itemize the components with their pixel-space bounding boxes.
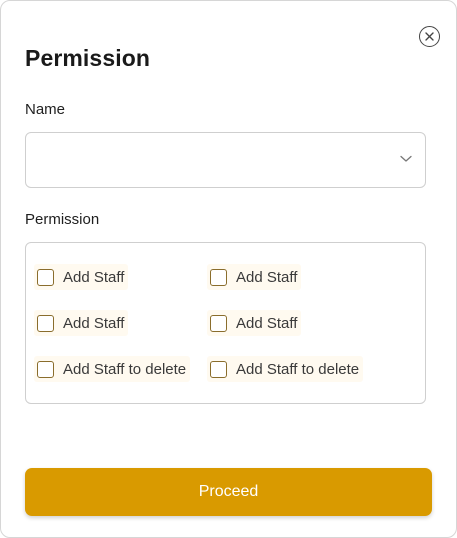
name-label: Name — [25, 101, 66, 118]
permission-option-label: Add Staff — [236, 314, 298, 332]
permission-checkbox-add-staff-3[interactable]: Add Staff — [34, 310, 129, 336]
checkbox[interactable] — [37, 360, 54, 378]
permission-dialog: Permission Name Permission Add Staff Add… — [0, 0, 457, 538]
checkbox[interactable] — [37, 314, 54, 332]
permission-option-label: Add Staff — [63, 268, 125, 286]
permission-option-label: Add Staff — [63, 314, 125, 332]
permission-option-label: Add Staff — [236, 268, 298, 286]
checkbox[interactable] — [37, 268, 54, 286]
permission-checkbox-add-staff-to-delete-1[interactable]: Add Staff to delete — [34, 356, 191, 382]
dialog-title: Permission — [25, 45, 150, 71]
permission-checkbox-add-staff-2[interactable]: Add Staff — [207, 264, 302, 290]
checkbox[interactable] — [210, 268, 227, 286]
name-select[interactable] — [25, 132, 426, 188]
checkbox[interactable] — [210, 360, 227, 378]
close-icon — [425, 32, 434, 41]
checkbox[interactable] — [210, 314, 227, 332]
permission-checkbox-add-staff-4[interactable]: Add Staff — [207, 310, 302, 336]
permission-option-label: Add Staff to delete — [63, 360, 187, 378]
chevron-down-icon — [400, 155, 412, 162]
permission-checkbox-add-staff-to-delete-2[interactable]: Add Staff to delete — [207, 356, 364, 382]
permission-label: Permission — [25, 211, 100, 228]
permission-option-label: Add Staff to delete — [236, 360, 360, 378]
proceed-button[interactable]: Proceed — [25, 468, 432, 516]
close-button[interactable] — [419, 26, 440, 47]
permission-checkbox-add-staff-1[interactable]: Add Staff — [34, 264, 129, 290]
